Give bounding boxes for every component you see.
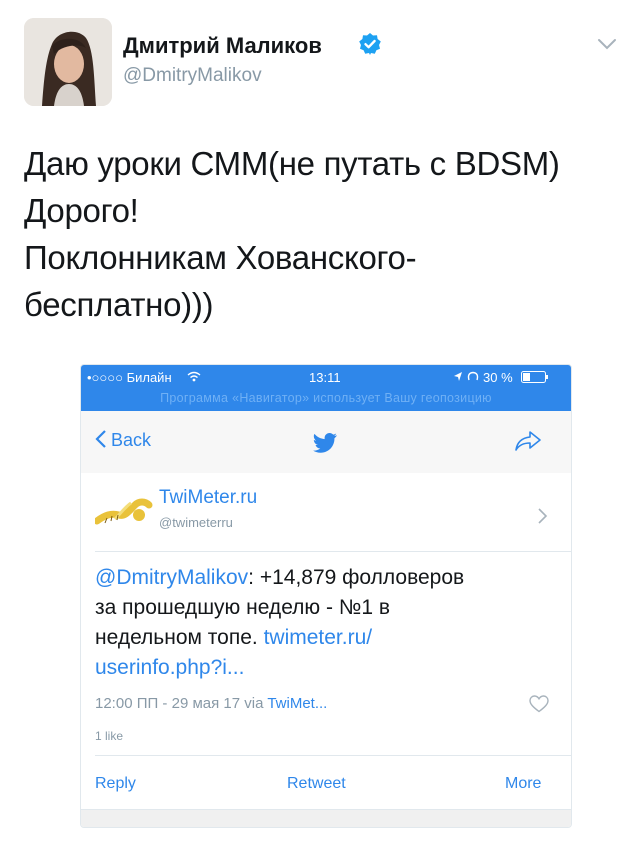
like-count[interactable]: 1 like bbox=[95, 729, 123, 743]
tweet-text-line: Поклонникам Хованского- bbox=[24, 239, 417, 276]
embedded-account-name[interactable]: TwiMeter.ru bbox=[159, 487, 257, 509]
share-icon[interactable] bbox=[513, 429, 543, 453]
embedded-tweet-text: @DmitryMalikov: +14,879 фолловеров за пр… bbox=[95, 563, 565, 683]
author-handle[interactable]: @DmitryMalikov bbox=[123, 65, 262, 87]
url-link-continued[interactable]: userinfo.php?i... bbox=[95, 656, 244, 679]
tweet-meta: 12:00 ПП - 29 мая 17 via TwiMet... bbox=[95, 695, 327, 712]
wifi-icon bbox=[187, 371, 201, 382]
retweet-button[interactable]: Retweet bbox=[287, 775, 346, 793]
battery-percent: 30 % bbox=[483, 370, 513, 385]
back-label: Back bbox=[111, 430, 152, 450]
ios-status-bar: •○○○○ Билайн 13:11 30 % Программа «Навиг… bbox=[81, 365, 571, 411]
chevron-down-icon[interactable] bbox=[596, 36, 618, 52]
url-link[interactable]: twimeter.ru/ bbox=[264, 626, 373, 649]
carrier-label: •○○○○ Билайн bbox=[87, 370, 172, 385]
tweet-text-line: Даю уроки СММ(не путать с BDSM) bbox=[24, 145, 560, 182]
embedded-text-line: за прошедшую неделю - №1 в bbox=[95, 596, 391, 619]
battery-icon bbox=[521, 371, 548, 383]
embedded-tweet-card: TwiMeter.ru @twimeterru @DmitryMalikov: … bbox=[81, 473, 571, 827]
verified-badge-icon bbox=[358, 32, 382, 56]
divider bbox=[95, 551, 571, 552]
tweet-text-line: Дорого! bbox=[24, 192, 139, 229]
bottom-toolbar-edge bbox=[81, 809, 571, 827]
embedded-account-handle[interactable]: @twimeterru bbox=[159, 515, 233, 530]
tweet-timestamp: 12:00 ПП - 29 мая 17 via bbox=[95, 695, 268, 712]
avatar-portrait bbox=[24, 18, 112, 106]
twimeter-logo-icon bbox=[95, 498, 153, 525]
mention-link[interactable]: @DmitryMalikov bbox=[95, 566, 248, 589]
status-time: 13:11 bbox=[309, 370, 341, 385]
reply-button[interactable]: Reply bbox=[95, 775, 136, 793]
back-button[interactable]: Back bbox=[95, 429, 151, 451]
divider bbox=[95, 755, 571, 756]
twitter-bird-icon bbox=[313, 433, 337, 453]
attached-screenshot[interactable]: •○○○○ Билайн 13:11 30 % Программа «Навиг… bbox=[80, 364, 572, 828]
alarm-icon bbox=[467, 371, 479, 381]
embedded-text-part: недельном топе. bbox=[95, 626, 264, 649]
tweet-text: Даю уроки СММ(не путать с BDSM) Дорого! … bbox=[24, 140, 624, 328]
geolocation-notice[interactable]: Программа «Навигатор» использует Вашу ге… bbox=[81, 391, 571, 405]
embedded-text-part: : +14,879 фолловеров bbox=[248, 566, 465, 589]
author-avatar[interactable] bbox=[24, 18, 112, 106]
chevron-left-icon bbox=[95, 430, 106, 448]
tweet-navbar: Back bbox=[81, 411, 571, 474]
source-link[interactable]: TwiMet... bbox=[267, 695, 327, 712]
chevron-right-icon[interactable] bbox=[537, 507, 549, 525]
tweet-text-line: бесплатно))) bbox=[24, 286, 214, 323]
more-button[interactable]: More bbox=[505, 775, 541, 793]
author-name[interactable]: Дмитрий Маликов bbox=[123, 33, 322, 59]
location-arrow-icon bbox=[454, 372, 462, 381]
heart-icon[interactable] bbox=[529, 695, 549, 713]
